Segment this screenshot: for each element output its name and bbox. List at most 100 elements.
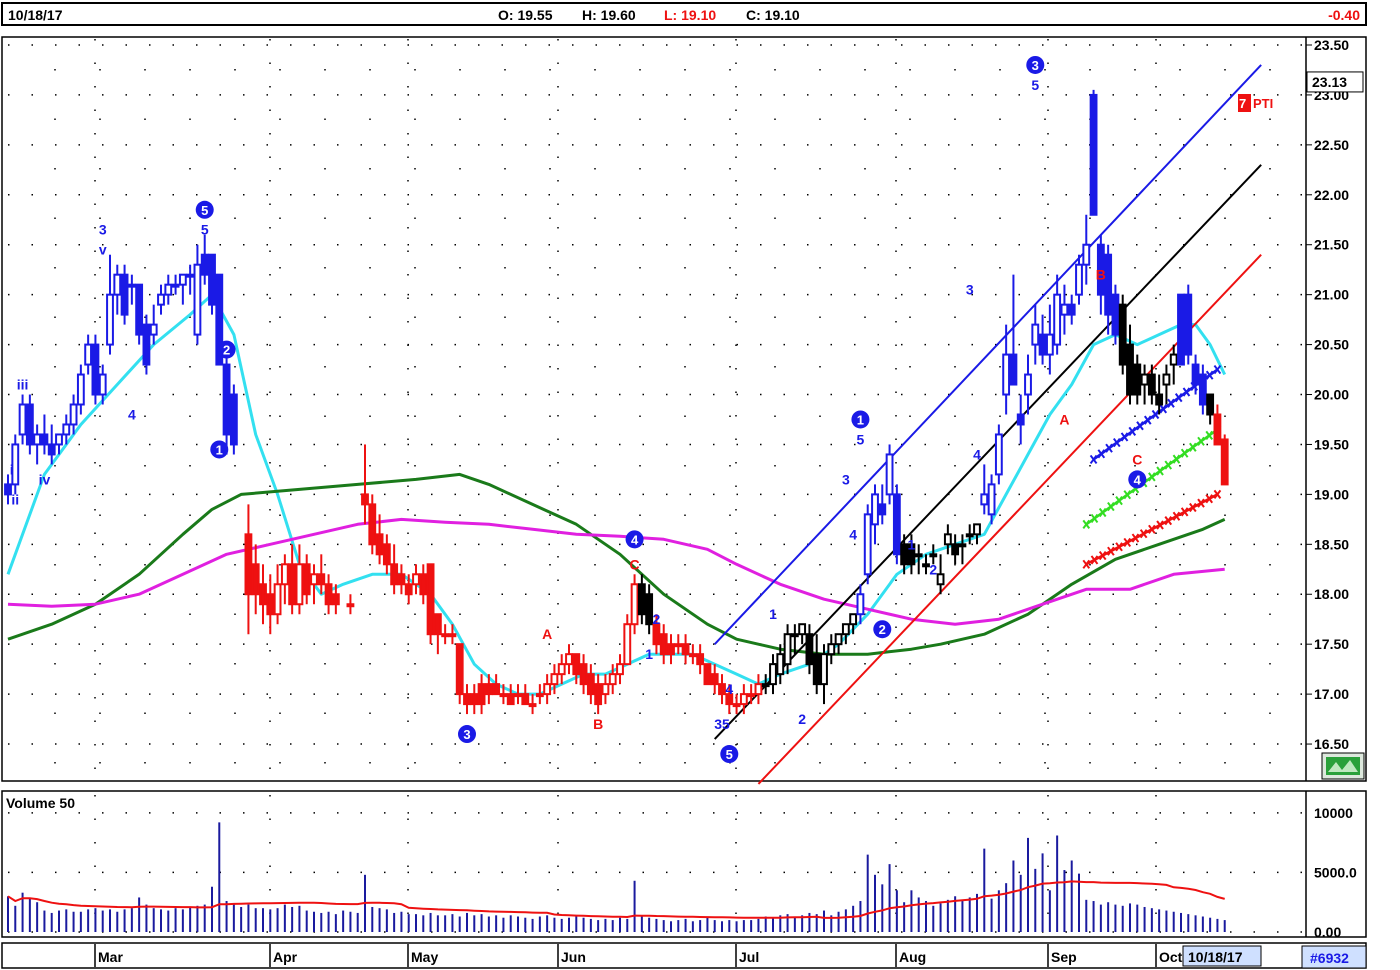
candle-body <box>973 523 981 536</box>
candle-body <box>1060 303 1069 316</box>
candle-body <box>106 293 114 346</box>
candle <box>1089 89 1098 216</box>
candle-body <box>747 693 756 698</box>
candle-body <box>193 263 202 336</box>
wave-label: i <box>10 461 14 477</box>
current-date-label: 10/18/17 <box>1188 949 1243 965</box>
wave-label: 4 <box>849 526 857 542</box>
candle-body <box>1220 438 1229 486</box>
candle-body <box>943 533 952 546</box>
wave-label: 1 <box>769 606 777 622</box>
candle-body <box>1126 343 1134 396</box>
candle-body <box>47 443 56 456</box>
candle-body <box>200 253 209 276</box>
wave-label: A <box>1059 411 1069 427</box>
candle-body <box>922 563 930 568</box>
candle-body <box>448 633 457 638</box>
wave-circle-label: 3 <box>463 727 470 742</box>
candle-body <box>368 503 377 546</box>
candle <box>25 394 34 455</box>
price-tick-label: 21.00 <box>1314 287 1349 303</box>
candle <box>1111 284 1120 345</box>
wave-label: 4 <box>973 446 981 462</box>
candle-body <box>288 563 297 606</box>
price-tick-label: 21.50 <box>1314 237 1349 253</box>
candle-body <box>616 663 624 676</box>
price-tick-label: 23.50 <box>1314 37 1349 53</box>
candle-body <box>404 583 413 596</box>
candle-body <box>820 653 828 686</box>
candle-body <box>178 273 187 286</box>
candle-body <box>543 683 552 696</box>
candle-body <box>1184 293 1193 356</box>
month-label: Oct <box>1159 949 1183 965</box>
price-tick-label: 18.50 <box>1314 536 1349 552</box>
wave-label: 3 <box>99 222 107 238</box>
candle-body <box>251 563 260 596</box>
wave-label: ii <box>11 491 19 507</box>
price-tick-label: 17.50 <box>1314 636 1349 652</box>
candle-body <box>994 433 1003 476</box>
candle-body <box>696 653 705 666</box>
month-label: May <box>411 949 438 965</box>
candle-body <box>18 403 27 436</box>
candle-body <box>1053 293 1062 346</box>
candle <box>994 424 1003 485</box>
candle-body <box>120 273 129 316</box>
candle-body <box>455 643 464 696</box>
candle-body <box>382 543 391 566</box>
candle-body <box>1111 293 1120 336</box>
wave-label: 2 <box>798 711 806 727</box>
candle-body <box>863 513 872 576</box>
candle-body <box>849 613 858 626</box>
candle-body <box>812 653 821 686</box>
candle-body <box>834 633 843 646</box>
candle <box>120 264 129 325</box>
wave-label: A <box>542 626 552 642</box>
candle-body <box>841 623 850 636</box>
candle <box>142 314 151 375</box>
wave-label: 4 <box>128 406 136 422</box>
candle-body <box>331 593 340 606</box>
candle-body <box>62 423 71 436</box>
candle-body <box>936 573 945 586</box>
panel-toggle-icon[interactable] <box>1321 752 1365 780</box>
candle-body <box>1213 413 1222 446</box>
candle <box>863 504 872 585</box>
chart-canvas: 10/18/17 O: 19.55 H: 19.60 L: 19.10 C: 1… <box>0 0 1400 969</box>
chart-window: 10/18/17 O: 19.55 H: 19.60 L: 19.10 C: 1… <box>0 0 1400 970</box>
candle-body <box>550 673 559 686</box>
candle <box>426 563 435 645</box>
candle-body <box>514 693 522 698</box>
price-tick-label: 20.50 <box>1314 337 1349 353</box>
candle-body <box>659 633 668 656</box>
candle-body <box>40 433 49 446</box>
candle-body <box>208 253 216 306</box>
wave-label: 1 <box>908 536 916 552</box>
candle-body <box>1089 93 1098 216</box>
candle-body <box>397 573 406 586</box>
candle-body <box>1045 333 1054 356</box>
candle <box>885 444 894 505</box>
wave-label: 3 <box>842 471 850 487</box>
candle-body <box>776 653 785 676</box>
candle-body <box>4 483 12 496</box>
candle-body <box>914 553 923 558</box>
wave-circle-label: 1 <box>216 442 223 457</box>
candle-body <box>273 583 282 616</box>
header-change: -0.40 <box>1328 7 1360 23</box>
candle <box>892 484 901 565</box>
candle-body <box>601 683 610 696</box>
candle-body <box>171 283 180 288</box>
candle-body <box>667 643 675 656</box>
candle-body <box>710 673 719 686</box>
candle-body <box>477 683 486 706</box>
candle-body <box>790 633 799 638</box>
candle-body <box>608 673 617 686</box>
candle-body <box>463 693 471 706</box>
current-date-box: 10/18/17 <box>1182 945 1262 967</box>
candle-body <box>295 563 304 606</box>
candle-body <box>266 593 275 616</box>
symbol-id-box[interactable]: #6932 <box>1301 945 1367 969</box>
candle-body <box>186 273 195 278</box>
